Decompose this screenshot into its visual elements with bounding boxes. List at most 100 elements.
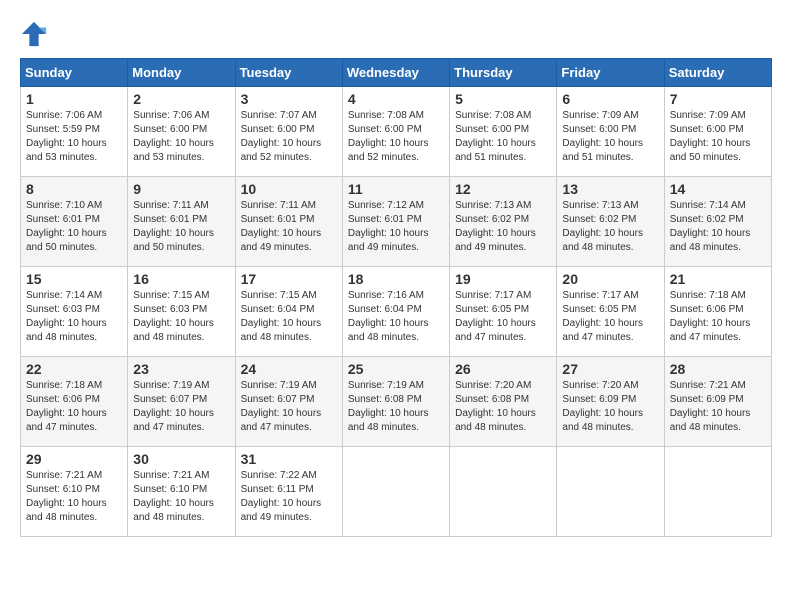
day-cell: 8 Sunrise: 7:10 AM Sunset: 6:01 PM Daylig…: [21, 177, 128, 267]
day-number: 9: [133, 181, 229, 197]
day-cell: 29Sunrise: 7:21 AM Sunset: 6:10 PM Dayli…: [21, 447, 128, 537]
day-cell: 16Sunrise: 7:15 AM Sunset: 6:03 PM Dayli…: [128, 267, 235, 357]
day-cell: 31 Sunrise: 7:22 AM Sunset: 6:11 PM Dayli…: [235, 447, 342, 537]
day-info: Sunrise: 7:22 AM Sunset: 6:11 PM Dayligh…: [241, 469, 337, 525]
week-row-4: 22 Sunrise: 7:18 AM Sunset: 6:06 PM Dayli…: [21, 357, 772, 447]
header-thursday: Thursday: [450, 59, 557, 87]
logo-icon: [20, 20, 48, 48]
day-info: Sunrise: 7:10 AM Sunset: 6:01 PM Dayligh…: [26, 199, 122, 255]
day-info: Sunrise: 7:15 AM Sunset: 6:04 PM Dayligh…: [241, 289, 337, 345]
day-number: 18: [348, 271, 444, 287]
day-info: Sunrise: 7:21 AM Sunset: 6:09 PM Dayligh…: [670, 379, 766, 435]
calendar-header-row: SundayMondayTuesdayWednesdayThursdayFrid…: [21, 59, 772, 87]
day-info: Sunrise: 7:06 AM Sunset: 6:00 PM Dayligh…: [133, 109, 229, 165]
day-number: 29: [26, 451, 122, 467]
day-number: 27: [562, 361, 658, 377]
day-cell: 1 Sunrise: 7:06 AM Sunset: 5:59 PM Daylig…: [21, 87, 128, 177]
day-info: Sunrise: 7:19 AM Sunset: 6:08 PM Dayligh…: [348, 379, 444, 435]
week-row-5: 29 Sunrise: 7:21 AM Sunset: 6:10 PM Dayli…: [21, 447, 772, 537]
day-number: 16: [133, 271, 229, 287]
day-cell: 28 Sunrise: 7:21 AM Sunset: 6:09 PM Dayli…: [664, 357, 771, 447]
day-info: Sunrise: 7:19 AM Sunset: 6:07 PM Dayligh…: [241, 379, 337, 435]
day-info: Sunrise: 7:17 AM Sunset: 6:05 PM Dayligh…: [562, 289, 658, 345]
day-cell: 13 Sunrise: 7:13 AM Sunset: 6:02 PM Dayli…: [557, 177, 664, 267]
header-friday: Friday: [557, 59, 664, 87]
day-info: Sunrise: 7:08 AM Sunset: 6:00 PM Dayligh…: [455, 109, 551, 165]
day-number: 3: [241, 91, 337, 107]
week-row-1: 1 Sunrise: 7:06 AM Sunset: 5:59 PM Daylig…: [21, 87, 772, 177]
header: [20, 20, 772, 48]
header-tuesday: Tuesday: [235, 59, 342, 87]
day-cell: 4 Sunrise: 7:08 AM Sunset: 6:00 PM Daylig…: [342, 87, 449, 177]
day-info: Sunrise: 7:13 AM Sunset: 6:02 PM Dayligh…: [562, 199, 658, 255]
day-number: 31: [241, 451, 337, 467]
day-cell: 10 Sunrise: 7:11 AM Sunset: 6:01 PM Dayli…: [235, 177, 342, 267]
day-cell: 14Sunrise: 7:14 AM Sunset: 6:02 PM Dayli…: [664, 177, 771, 267]
day-cell: 3 Sunrise: 7:07 AM Sunset: 6:00 PM Daylig…: [235, 87, 342, 177]
day-number: 20: [562, 271, 658, 287]
day-cell: 11 Sunrise: 7:12 AM Sunset: 6:01 PM Dayli…: [342, 177, 449, 267]
header-saturday: Saturday: [664, 59, 771, 87]
day-cell: [450, 447, 557, 537]
day-number: 22: [26, 361, 122, 377]
day-cell: 20 Sunrise: 7:17 AM Sunset: 6:05 PM Dayli…: [557, 267, 664, 357]
day-number: 17: [241, 271, 337, 287]
day-cell: 6Sunrise: 7:09 AM Sunset: 6:00 PM Daylig…: [557, 87, 664, 177]
day-info: Sunrise: 7:08 AM Sunset: 6:00 PM Dayligh…: [348, 109, 444, 165]
header-monday: Monday: [128, 59, 235, 87]
day-info: Sunrise: 7:12 AM Sunset: 6:01 PM Dayligh…: [348, 199, 444, 255]
logo: [20, 20, 52, 48]
day-cell: 15Sunrise: 7:14 AM Sunset: 6:03 PM Dayli…: [21, 267, 128, 357]
day-cell: 9 Sunrise: 7:11 AM Sunset: 6:01 PM Daylig…: [128, 177, 235, 267]
day-info: Sunrise: 7:13 AM Sunset: 6:02 PM Dayligh…: [455, 199, 551, 255]
day-cell: 17 Sunrise: 7:15 AM Sunset: 6:04 PM Dayli…: [235, 267, 342, 357]
day-info: Sunrise: 7:20 AM Sunset: 6:09 PM Dayligh…: [562, 379, 658, 435]
day-number: 8: [26, 181, 122, 197]
day-number: 13: [562, 181, 658, 197]
day-cell: 26 Sunrise: 7:20 AM Sunset: 6:08 PM Dayli…: [450, 357, 557, 447]
day-info: Sunrise: 7:18 AM Sunset: 6:06 PM Dayligh…: [26, 379, 122, 435]
day-number: 10: [241, 181, 337, 197]
day-cell: 5 Sunrise: 7:08 AM Sunset: 6:00 PM Daylig…: [450, 87, 557, 177]
day-cell: 19 Sunrise: 7:17 AM Sunset: 6:05 PM Dayli…: [450, 267, 557, 357]
day-cell: [342, 447, 449, 537]
day-cell: 7 Sunrise: 7:09 AM Sunset: 6:00 PM Daylig…: [664, 87, 771, 177]
day-number: 12: [455, 181, 551, 197]
day-cell: 25Sunrise: 7:19 AM Sunset: 6:08 PM Dayli…: [342, 357, 449, 447]
day-info: Sunrise: 7:14 AM Sunset: 6:02 PM Dayligh…: [670, 199, 766, 255]
day-info: Sunrise: 7:09 AM Sunset: 6:00 PM Dayligh…: [670, 109, 766, 165]
day-number: 6: [562, 91, 658, 107]
day-number: 1: [26, 91, 122, 107]
calendar: SundayMondayTuesdayWednesdayThursdayFrid…: [20, 58, 772, 537]
day-number: 7: [670, 91, 766, 107]
day-number: 24: [241, 361, 337, 377]
day-info: Sunrise: 7:21 AM Sunset: 6:10 PM Dayligh…: [133, 469, 229, 525]
day-number: 5: [455, 91, 551, 107]
day-number: 21: [670, 271, 766, 287]
day-info: Sunrise: 7:14 AM Sunset: 6:03 PM Dayligh…: [26, 289, 122, 345]
day-number: 26: [455, 361, 551, 377]
week-row-2: 8 Sunrise: 7:10 AM Sunset: 6:01 PM Daylig…: [21, 177, 772, 267]
day-info: Sunrise: 7:11 AM Sunset: 6:01 PM Dayligh…: [241, 199, 337, 255]
day-number: 4: [348, 91, 444, 107]
day-info: Sunrise: 7:07 AM Sunset: 6:00 PM Dayligh…: [241, 109, 337, 165]
day-info: Sunrise: 7:16 AM Sunset: 6:04 PM Dayligh…: [348, 289, 444, 345]
day-number: 28: [670, 361, 766, 377]
header-sunday: Sunday: [21, 59, 128, 87]
day-cell: 30 Sunrise: 7:21 AM Sunset: 6:10 PM Dayli…: [128, 447, 235, 537]
header-wednesday: Wednesday: [342, 59, 449, 87]
day-number: 19: [455, 271, 551, 287]
day-info: Sunrise: 7:18 AM Sunset: 6:06 PM Dayligh…: [670, 289, 766, 345]
day-info: Sunrise: 7:17 AM Sunset: 6:05 PM Dayligh…: [455, 289, 551, 345]
day-info: Sunrise: 7:20 AM Sunset: 6:08 PM Dayligh…: [455, 379, 551, 435]
day-info: Sunrise: 7:11 AM Sunset: 6:01 PM Dayligh…: [133, 199, 229, 255]
day-cell: [557, 447, 664, 537]
day-cell: 27 Sunrise: 7:20 AM Sunset: 6:09 PM Dayli…: [557, 357, 664, 447]
day-number: 23: [133, 361, 229, 377]
day-number: 11: [348, 181, 444, 197]
day-number: 30: [133, 451, 229, 467]
day-number: 2: [133, 91, 229, 107]
day-info: Sunrise: 7:19 AM Sunset: 6:07 PM Dayligh…: [133, 379, 229, 435]
week-row-3: 15Sunrise: 7:14 AM Sunset: 6:03 PM Dayli…: [21, 267, 772, 357]
day-info: Sunrise: 7:06 AM Sunset: 5:59 PM Dayligh…: [26, 109, 122, 165]
